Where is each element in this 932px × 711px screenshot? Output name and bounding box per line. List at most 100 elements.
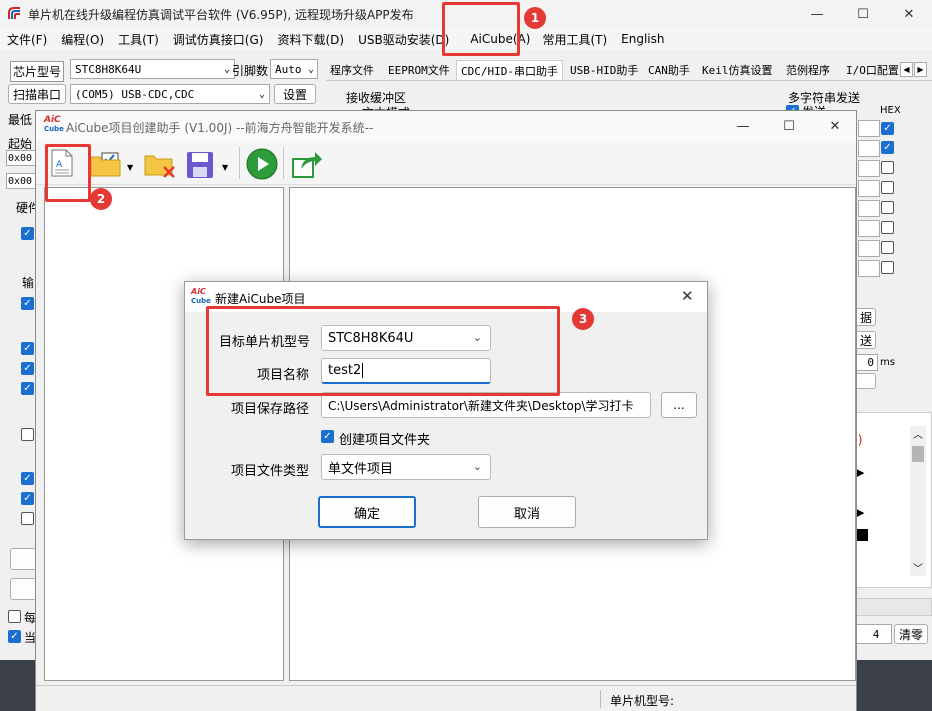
left-label-lowest: 最低 [8,113,33,127]
annotation-box-new-project [45,144,91,202]
chevron-down-icon: ⌄ [258,88,265,100]
menu-tools[interactable]: 工具(T) [111,31,166,48]
maximize-icon[interactable]: ☐ [840,0,886,28]
left-checkbox-4[interactable]: ✓ [21,362,34,375]
scroll-down-icon[interactable]: ﹀ [913,560,923,575]
left-checkbox-5[interactable]: ✓ [21,382,34,395]
save-project-icon[interactable] [186,151,214,182]
hex-checkbox-1[interactable]: ✓ [881,122,894,135]
settings-button[interactable]: 设置 [274,84,316,104]
menu-usb-driver[interactable]: USB驱动安装(D) [351,31,456,48]
output-scrollbar[interactable]: ︿ ﹀ [910,426,926,576]
output-black-box [857,529,868,541]
chevron-down-icon: ⌄ [223,63,230,75]
dialog-logo-icon: AiC Cube [191,287,211,305]
left-checkbox-2[interactable]: ✓ [21,297,34,310]
hex-checkbox-4[interactable] [881,181,894,194]
tab-eeprom[interactable]: EEPROM文件 [384,60,454,80]
menu-english[interactable]: English [614,32,671,46]
app-logo-icon [7,6,22,21]
status-divider [600,690,601,708]
send-row-4[interactable] [858,180,880,197]
main-window-title: 单片机在线升级编程仿真调试平台软件 (V6.95P), 远程现场升级APP发布 [28,8,414,22]
helper-close-icon[interactable]: ✕ [812,111,858,141]
annotation-badge-3: 3 [572,308,594,330]
toolbar-divider-1 [239,147,240,179]
every-checkbox[interactable] [8,610,21,623]
left-checkbox-7[interactable]: ✓ [21,472,34,485]
save-dropdown-icon[interactable]: ▼ [222,163,228,172]
annotation-badge-2: 2 [90,188,112,210]
left-checkbox-1[interactable]: ✓ [21,227,34,240]
left-checkbox-6[interactable] [21,428,34,441]
port-select[interactable]: (COM5) USB-CDC,CDC ⌄ [70,84,270,104]
scan-port-button[interactable]: 扫描串口 [8,84,66,104]
open-dropdown-icon[interactable]: ▼ [127,163,133,172]
chevron-down-icon: ⌄ [307,63,314,75]
file-type-label: 项目文件类型 [231,464,310,479]
hex-header: HEX [880,105,901,116]
cancel-button[interactable]: 取消 [478,496,576,528]
clear-button[interactable]: 清零 [894,624,928,644]
count-field[interactable]: 4 [856,624,892,644]
hex-checkbox-5[interactable] [881,201,894,214]
tab-examples[interactable]: 范例程序 [782,60,834,80]
left-checkbox-8[interactable]: ✓ [21,492,34,505]
current-checkbox[interactable]: ✓ [8,630,21,643]
tab-can[interactable]: CAN助手 [644,60,694,80]
tab-scroll-left-icon[interactable]: ◀ [900,62,913,77]
send-row-3[interactable] [858,160,880,177]
send-row-8[interactable] [858,260,880,277]
create-folder-checkbox[interactable]: ✓ [321,430,334,443]
send-row-1[interactable] [858,120,880,137]
browse-button[interactable]: ... [661,392,697,418]
left-button-a[interactable] [10,548,38,570]
file-type-select[interactable]: 单文件项目 ⌄ [321,454,491,480]
menu-common-tools[interactable]: 常用工具(T) [535,31,614,48]
hex-checkbox-7[interactable] [881,241,894,254]
send-row-2[interactable] [858,140,880,157]
hex-checkbox-8[interactable] [881,261,894,274]
tab-io-config[interactable]: I/O口配置 [842,60,903,80]
hex-checkbox-6[interactable] [881,221,894,234]
scroll-thumb[interactable] [912,446,924,462]
send-row-6[interactable] [858,220,880,237]
dialog-close-icon[interactable]: ✕ [681,287,694,305]
close-icon[interactable]: ✕ [886,0,932,28]
menu-download[interactable]: 资料下载(D) [270,31,351,48]
open-project-icon[interactable] [90,151,124,180]
chip-group: 芯片型号 STC8H8K64U ⌄ 引脚数 Auto ⌄ [8,59,318,83]
delete-project-icon[interactable] [144,151,176,182]
scroll-up-icon[interactable]: ︿ [913,426,923,441]
pins-select[interactable]: Auto ⌄ [270,59,318,79]
create-folder-label: 创建项目文件夹 [339,433,431,448]
ok-button[interactable]: 确定 [318,496,416,528]
menu-debug[interactable]: 调试仿真接口(G) [166,31,271,48]
hex-checkbox-2[interactable]: ✓ [881,141,894,154]
send-row-7[interactable] [858,240,880,257]
output-mark-2: ▶ [856,506,865,519]
helper-minimize-icon[interactable]: — [720,111,766,141]
toolbar-divider-2 [283,147,284,179]
menu-program[interactable]: 编程(O) [54,31,111,48]
run-icon[interactable] [246,148,278,183]
hex-checkbox-3[interactable] [881,161,894,174]
send-row-5[interactable] [858,200,880,217]
minimize-icon[interactable]: — [794,0,840,28]
tab-program-file[interactable]: 程序文件 [326,60,378,80]
tab-usb-hid[interactable]: USB-HID助手 [566,60,642,80]
menu-file[interactable]: 文件(F) [0,31,54,48]
annotation-box-aicube-menu [442,2,520,56]
helper-title-bar: AiC Cube AiCube项目创建助手 (V1.00J) --前海方舟智能开发… [36,111,856,141]
left-checkbox-9[interactable] [21,512,34,525]
helper-window-title: AiCube项目创建助手 (V1.00J) --前海方舟智能开发系统-- [66,121,374,135]
left-button-b[interactable] [10,578,38,600]
left-checkbox-3[interactable]: ✓ [21,342,34,355]
tab-keil[interactable]: Keil仿真设置 [698,60,777,80]
tab-scroll-right-icon[interactable]: ▶ [914,62,927,77]
export-icon[interactable] [291,149,323,182]
chip-select[interactable]: STC8H8K64U ⌄ [70,59,235,79]
ms-unit-label: ms [880,357,895,368]
tab-cdc-serial[interactable]: CDC/HID-串口助手 [456,60,563,80]
helper-maximize-icon[interactable]: ☐ [766,111,812,141]
